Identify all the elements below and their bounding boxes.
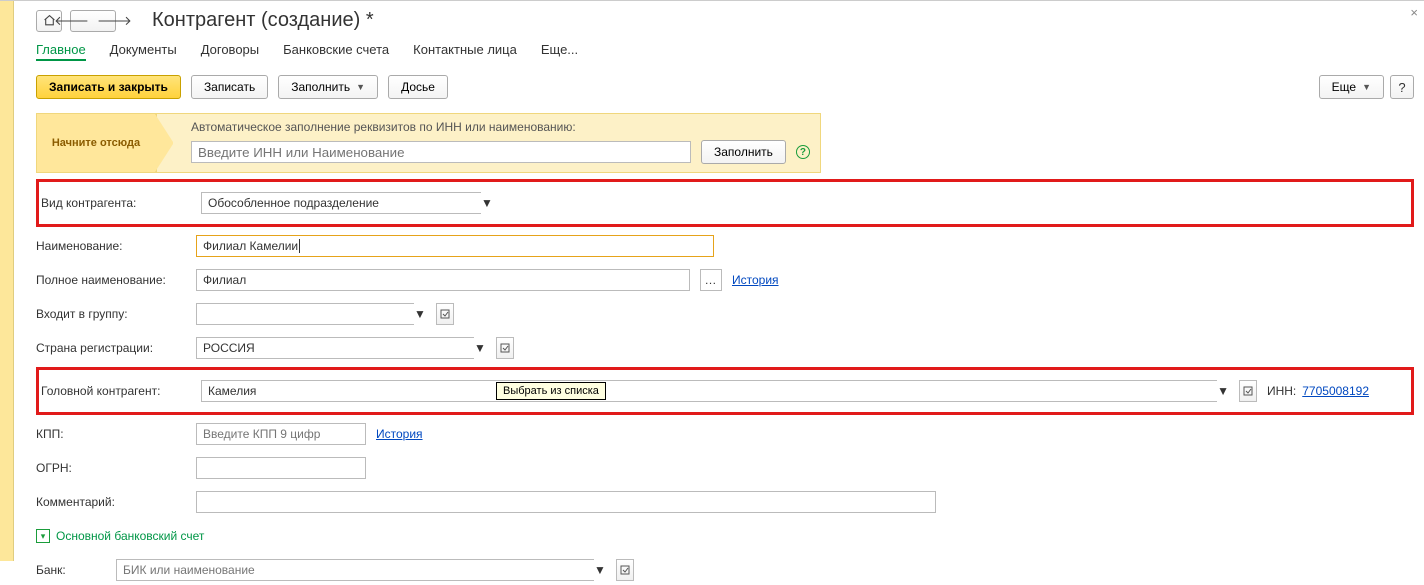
open-icon [500, 343, 510, 353]
toolbar: Записать и закрыть Записать Заполнить ▼ … [36, 75, 1414, 99]
more-button[interactable]: Еще ▼ [1319, 75, 1384, 99]
kpp-label: КПП: [36, 427, 186, 441]
parent-label: Головной контрагент: [41, 384, 191, 398]
comment-input[interactable] [196, 491, 936, 513]
bank-label: Банк: [36, 563, 106, 577]
bank-section-title: Основной банковский счет [56, 529, 204, 543]
parent-open-button[interactable] [1239, 380, 1257, 402]
name-value: Филиал Камелии [203, 239, 298, 253]
fullname-input[interactable]: Филиал [196, 269, 690, 291]
name-label: Наименование: [36, 239, 186, 253]
group-input[interactable] [196, 303, 414, 325]
start-caption: Автоматическое заполнение реквизитов по … [191, 120, 810, 134]
dossier-button[interactable]: Досье [388, 75, 448, 99]
more-button-label: Еще [1332, 80, 1356, 94]
back-arrow-icon: 🡐 [54, 13, 89, 29]
inn-label: ИНН: [1267, 384, 1296, 398]
collapse-toggle[interactable]: ▾ [36, 529, 50, 543]
type-value: Обособленное подразделение [208, 196, 379, 210]
kpp-history-link[interactable]: История [376, 427, 423, 441]
forward-arrow-icon: 🡒 [97, 13, 132, 29]
ogrn-input[interactable] [196, 457, 366, 479]
parent-value: Камелия [208, 384, 256, 398]
fullname-value: Филиал [203, 273, 246, 287]
tab-contracts[interactable]: Договоры [201, 42, 259, 61]
country-dropdown-button[interactable]: ▼ [474, 341, 486, 355]
fill-dropdown-button[interactable]: Заполнить ▼ [278, 75, 378, 99]
tab-more[interactable]: Еще... [541, 42, 578, 61]
help-icon[interactable]: ? [796, 145, 810, 159]
tab-documents[interactable]: Документы [110, 42, 177, 61]
fill-button-label: Заполнить [291, 80, 350, 94]
help-button[interactable]: ? [1390, 75, 1414, 99]
name-input[interactable]: Филиал Камелии [196, 235, 714, 257]
country-label: Страна регистрации: [36, 341, 186, 355]
group-open-button[interactable] [436, 303, 454, 325]
left-accent-bar [0, 1, 14, 561]
tab-bar: Главное Документы Договоры Банковские сч… [36, 42, 1414, 61]
chevron-down-icon: ▼ [1362, 82, 1371, 92]
type-select[interactable]: Обособленное подразделение [201, 192, 481, 214]
bank-dropdown-button[interactable]: ▼ [594, 563, 606, 577]
parent-dropdown-button[interactable]: ▼ [1217, 384, 1229, 398]
kpp-input[interactable] [196, 423, 366, 445]
fullname-ellipsis-button[interactable]: … [700, 269, 722, 291]
tab-main[interactable]: Главное [36, 42, 86, 61]
back-forward-buttons[interactable]: 🡐 🡒 [70, 10, 116, 32]
tab-contacts[interactable]: Контактные лица [413, 42, 517, 61]
text-cursor [299, 239, 300, 253]
open-icon [440, 309, 450, 319]
ogrn-label: ОГРН: [36, 461, 186, 475]
inn-value-link[interactable]: 7705008192 [1302, 384, 1369, 398]
group-label: Входит в группу: [36, 307, 186, 321]
type-dropdown-button[interactable]: ▼ [481, 196, 493, 210]
country-value: РОССИЯ [203, 341, 255, 355]
inn-lookup-fill-button[interactable]: Заполнить [701, 140, 786, 164]
parent-input[interactable]: Камелия [201, 380, 1217, 402]
type-label: Вид контрагента: [41, 196, 191, 210]
save-button[interactable]: Записать [191, 75, 268, 99]
bank-open-button[interactable] [616, 559, 634, 581]
page-title: Контрагент (создание) * [152, 9, 374, 32]
fullname-label: Полное наименование: [36, 273, 186, 287]
inn-lookup-input[interactable] [191, 141, 691, 163]
fullname-history-link[interactable]: История [732, 273, 779, 287]
chevron-down-icon: ▼ [356, 82, 365, 92]
start-here-banner: Начните отсюда Автоматическое заполнение… [36, 113, 1414, 173]
country-input[interactable]: РОССИЯ [196, 337, 474, 359]
bank-input[interactable] [116, 559, 594, 581]
open-icon [1243, 386, 1253, 396]
tab-bank-accounts[interactable]: Банковские счета [283, 42, 389, 61]
parent-dropdown-tooltip: Выбрать из списка [496, 382, 606, 400]
country-open-button[interactable] [496, 337, 514, 359]
start-here-label: Начните отсюда [36, 113, 156, 173]
group-dropdown-button[interactable]: ▼ [414, 307, 426, 321]
open-icon [620, 565, 630, 575]
comment-label: Комментарий: [36, 495, 186, 509]
save-and-close-button[interactable]: Записать и закрыть [36, 75, 181, 99]
